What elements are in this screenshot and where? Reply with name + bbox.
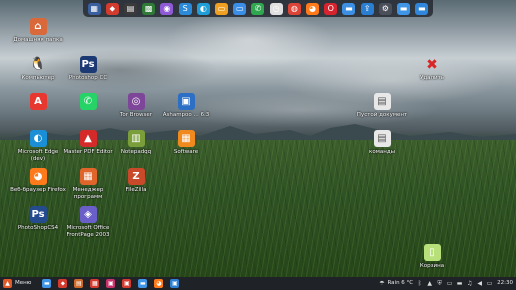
photoshop-cc-label: Photoshop CC — [68, 75, 108, 81]
pdf-reader-icon[interactable]: ▤ — [124, 2, 137, 15]
edge-dev-icon: ◐ — [29, 130, 47, 147]
desktop-icon-software[interactable]: ▦ Software — [158, 130, 214, 156]
desktop-icon-adobe-app[interactable]: A — [10, 93, 66, 112]
frontpage-icon: ◈ — [79, 206, 97, 223]
firefox-label: Веб-браузер Firefox — [10, 187, 66, 193]
files-app-icon[interactable]: ▬ — [42, 279, 52, 288]
desktop-icon-app-63[interactable]: ▣ Ashampoo ... 6.3 — [158, 93, 214, 119]
torrent-icon[interactable]: ▩ — [142, 2, 156, 15]
computer-label: Компьютер — [21, 75, 55, 81]
app-63-icon: ▣ — [177, 93, 195, 110]
empty-document-label: Пустой документ — [356, 112, 408, 118]
notepadqq-label: Notepadqq — [120, 149, 152, 155]
firefox-icon: ◕ — [29, 168, 47, 185]
start-menu-icon[interactable]: ▲ — [3, 279, 12, 288]
taskbar: ▲ Меню ▬ ⬥ ▤ ▦ ▣ ▣ ▬ ◕ ▣ ☂ Rain 6 °C ᛒ ▲ ⛨ ▭ ▬ ♫ ◀ ▭ 22… — [0, 277, 516, 290]
virtualbox-icon[interactable]: ▦ — [87, 2, 101, 15]
home-folder-icon: ⌂ — [29, 18, 47, 35]
program-manager-icon: ▦ — [79, 168, 97, 185]
desktop-icon-tor-browser[interactable]: ◎ Tor Browser — [108, 93, 164, 119]
network-icon[interactable]: ▲ — [426, 280, 433, 287]
store-app-icon[interactable]: ▣ — [170, 279, 180, 288]
software-icon: ▦ — [177, 130, 195, 147]
desktop-icon-firefox[interactable]: ◕ Веб-браузер Firefox — [10, 168, 66, 194]
desktop: ▦ ⬥ ▤ ▩ ◉ S ◐ ▭ ▭ ✆ ◷ ◍ ◕ O ▬ ⇪ ⚙ ▬ ▬ ⌂ Домашняя папка 🐧 Комп… — [0, 0, 516, 290]
notepadqq-icon: ▥ — [127, 130, 145, 147]
settings-icon[interactable]: ⚙ — [378, 2, 392, 15]
desktop-icon-trash[interactable]: ▯ Корзина — [404, 244, 460, 270]
chrome-icon[interactable]: ◍ — [287, 2, 301, 15]
commands-icon: ▤ — [373, 130, 391, 147]
clock[interactable]: 22:30 — [497, 280, 513, 287]
computer-icon: 🐧 — [29, 57, 47, 72]
tor-browser-icon: ◎ — [127, 93, 145, 110]
delete-icon-icon: ✖ — [426, 56, 438, 73]
desktop-icon-photoshop-cs4[interactable]: Ps PhotoShopCS4 — [10, 206, 66, 232]
delete-icon-label: Удалить — [419, 75, 445, 81]
firefox-icon[interactable]: ◕ — [306, 2, 320, 15]
photoshop-cs4-label: PhotoShopCS4 — [17, 225, 59, 231]
pdf-app-icon[interactable]: ▤ — [74, 279, 84, 288]
trash-label: Корзина — [419, 263, 445, 269]
desktop-icon-empty-document[interactable]: ▤ Пустой документ — [354, 93, 410, 119]
weather-icon[interactable]: ☂ — [378, 280, 385, 287]
software-label: Software — [173, 149, 199, 155]
folder-icon[interactable]: ▬ — [397, 2, 411, 15]
desktop-icon-delete-icon[interactable]: ✖ Удалить — [404, 56, 460, 82]
app6-icon[interactable]: ▣ — [122, 279, 132, 288]
start-menu-label[interactable]: Меню — [15, 280, 31, 287]
photoshop-cc-icon: Ps — [79, 56, 97, 73]
screen-icon[interactable]: ▭ — [486, 280, 493, 287]
desktop-icon-photoshop-cc[interactable]: Ps Photoshop CC — [60, 56, 116, 82]
flag-icon[interactable]: ▬ — [456, 280, 463, 287]
desktop-icon-notepadqq[interactable]: ▥ Notepadqq — [108, 130, 164, 156]
top-dock: ▦ ⬥ ▤ ▩ ◉ S ◐ ▭ ▭ ✆ ◷ ◍ ◕ O ▬ ⇪ ⚙ ▬ ▬ — [83, 0, 433, 17]
adobe-app-icon: A — [29, 93, 47, 110]
edge-dev-label: Microsoft Edge (dev) — [17, 149, 59, 162]
frontpage-label: Microsoft Office FrontPage 2003 — [66, 225, 110, 238]
desktop-icon-commands[interactable]: ▤ команды — [354, 130, 410, 156]
app5-icon[interactable]: ▣ — [106, 279, 116, 288]
commands-label: команды — [369, 149, 395, 155]
app4-icon[interactable]: ▦ — [90, 279, 100, 288]
music-icon[interactable]: ♫ — [466, 280, 473, 287]
desktop-icon-edge-dev[interactable]: ◐ Microsoft Edge (dev) — [10, 130, 66, 162]
anydesk-icon[interactable]: ⬥ — [105, 2, 119, 15]
phone-icon[interactable]: ✆ — [251, 2, 265, 15]
tor-browser-label: Tor Browser — [119, 112, 153, 118]
master-pdf-label: Master PDF Editor — [63, 149, 113, 155]
empty-document-icon: ▤ — [373, 93, 391, 110]
upload-icon[interactable]: ⇪ — [360, 2, 374, 15]
folder-app-icon[interactable]: ▬ — [138, 279, 148, 288]
anydesk-app-icon[interactable]: ⬥ — [58, 279, 68, 288]
files-icon[interactable]: ▬ — [342, 2, 356, 15]
desktop-icon-computer[interactable]: 🐧 Компьютер — [10, 56, 66, 82]
keyboard-icon[interactable]: ▭ — [446, 280, 453, 287]
firefox-app-icon[interactable]: ◕ — [154, 279, 164, 288]
sync-icon[interactable]: S — [178, 2, 192, 15]
trash-icon: ▯ — [423, 244, 441, 261]
bluetooth-icon[interactable]: ᛒ — [416, 280, 423, 287]
shield-icon[interactable]: ⛨ — [436, 280, 443, 287]
volume-icon[interactable]: ◀ — [476, 280, 483, 287]
edge-icon[interactable]: ◐ — [196, 2, 210, 15]
desktop-icon-filezilla[interactable]: Z FileZilla — [108, 168, 164, 194]
master-pdf-icon: ▲ — [79, 130, 97, 147]
filezilla-label: FileZilla — [125, 187, 147, 193]
monitor-icon[interactable]: ▭ — [215, 2, 229, 15]
filezilla-icon: Z — [127, 168, 145, 185]
desktop-icon-frontpage[interactable]: ◈ Microsoft Office FrontPage 2003 — [60, 206, 116, 238]
whatsapp-icon: ✆ — [79, 93, 97, 110]
home-folder-label: Домашняя папка — [13, 37, 63, 43]
weather-text[interactable]: Rain 6 °C — [387, 280, 413, 287]
opera-icon[interactable]: O — [324, 2, 338, 15]
clock-icon[interactable]: ◷ — [269, 2, 283, 15]
folder2-icon[interactable]: ▬ — [415, 2, 429, 15]
desktop-icon-home-folder[interactable]: ⌂ Домашняя папка — [10, 18, 66, 44]
monitor2-icon[interactable]: ▭ — [233, 2, 247, 15]
camera-icon[interactable]: ◉ — [160, 2, 174, 15]
app-63-label: Ashampoo ... 6.3 — [162, 112, 210, 118]
photoshop-cs4-icon: Ps — [29, 206, 47, 223]
